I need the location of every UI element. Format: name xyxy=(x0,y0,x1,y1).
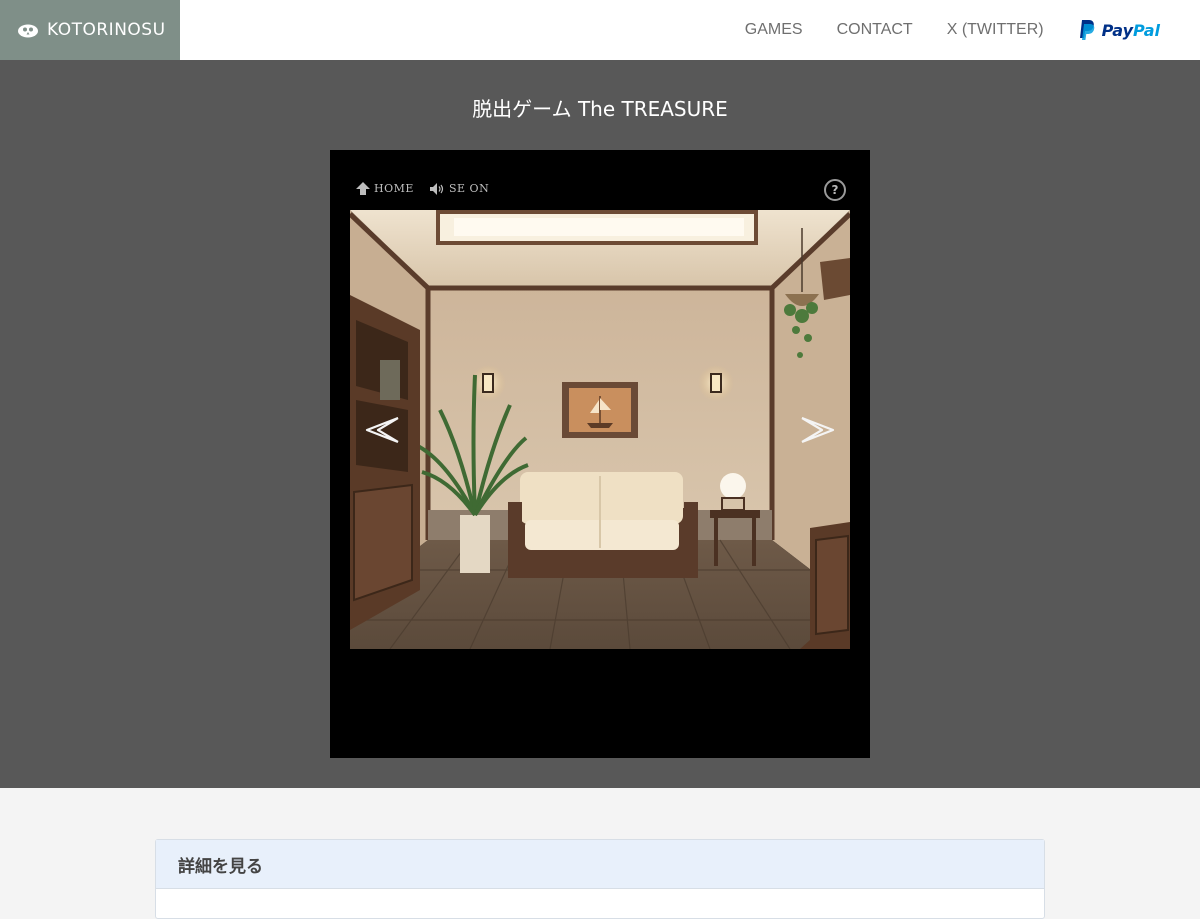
game-title: 脱出ゲーム The TREASURE xyxy=(472,97,728,121)
paypal-button[interactable]: PayPal xyxy=(1078,19,1160,41)
help-button[interactable]: ? xyxy=(824,179,846,201)
room-scene[interactable] xyxy=(350,210,850,649)
brand-logo-link[interactable]: KOTORINOSU xyxy=(0,0,180,60)
home-label: HOME xyxy=(374,182,414,195)
home-button[interactable]: HOME xyxy=(356,182,414,195)
home-arrow-icon xyxy=(356,182,370,195)
top-nav-bar: KOTORINOSU GAMES CONTACT X (TWITTER) Pay… xyxy=(0,0,1200,60)
sound-toggle-button[interactable]: SE ON xyxy=(430,182,489,195)
details-panel: 詳細を見る xyxy=(155,839,1045,919)
turn-right-arrow[interactable] xyxy=(800,416,836,444)
nav-contact[interactable]: CONTACT xyxy=(837,21,913,39)
speaker-icon xyxy=(430,182,444,195)
brand-name: KOTORINOSU xyxy=(47,20,166,40)
nav-x-twitter[interactable]: X (TWITTER) xyxy=(947,21,1044,39)
turn-left-arrow[interactable] xyxy=(364,416,400,444)
paypal-wordmark: PayPal xyxy=(1101,20,1160,40)
room-illustration xyxy=(350,210,850,649)
main-nav: GAMES CONTACT X (TWITTER) PayPal xyxy=(745,0,1200,60)
details-toggle[interactable]: 詳細を見る xyxy=(156,840,1044,889)
sound-label: SE ON xyxy=(449,182,490,195)
bird-logo-icon xyxy=(18,24,38,38)
nav-games[interactable]: GAMES xyxy=(745,21,803,39)
game-frame[interactable]: HOME SE ON ? xyxy=(330,150,870,758)
paypal-icon xyxy=(1079,20,1094,40)
game-stage: 脱出ゲーム The TREASURE HOME SE ON ? xyxy=(0,60,1200,788)
